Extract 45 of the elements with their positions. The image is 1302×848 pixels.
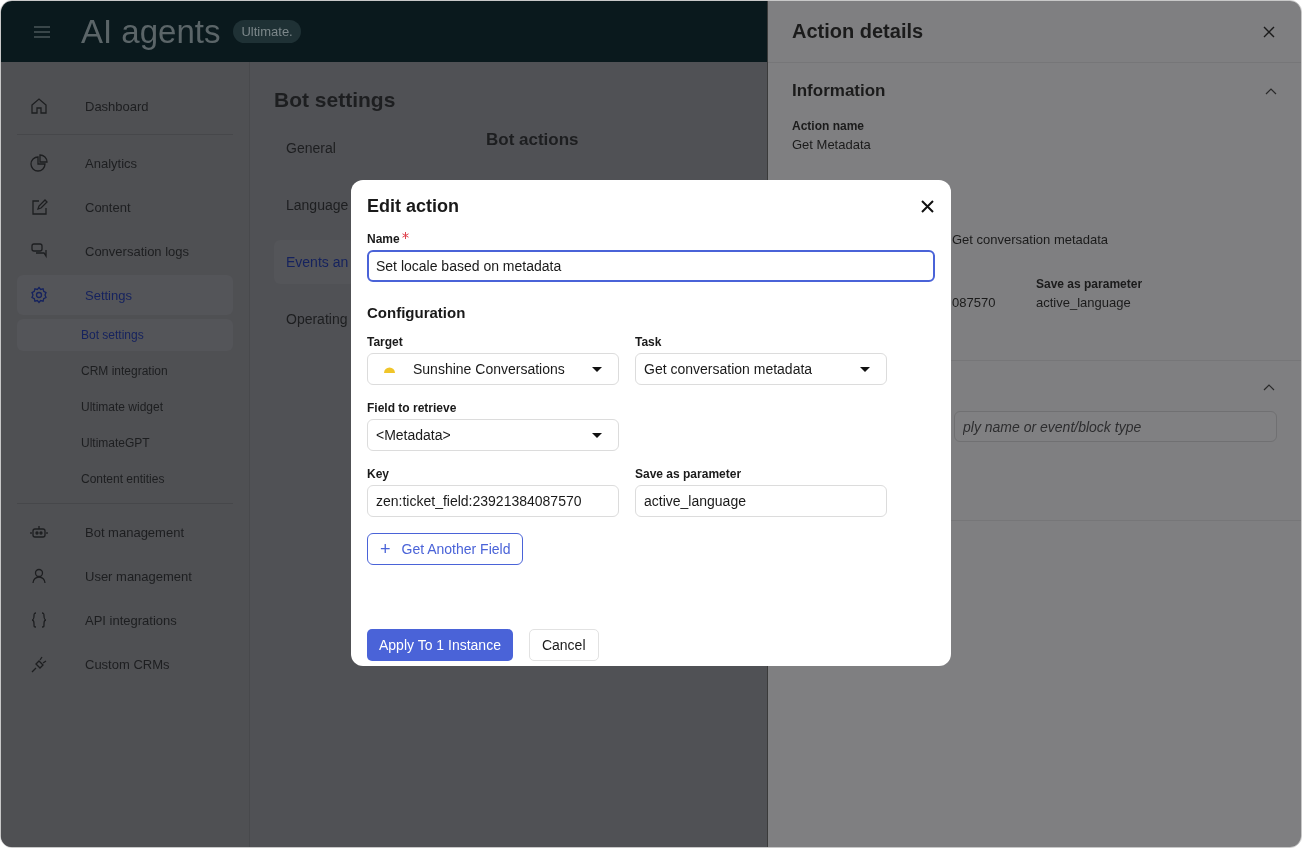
user-icon — [29, 566, 49, 586]
field-label: Action name — [792, 119, 865, 133]
caret-icon — [860, 366, 870, 372]
parameter-field[interactable]: active_language — [635, 485, 887, 517]
plug-icon — [29, 654, 49, 674]
sidebar-item[interactable]: Settings — [17, 275, 233, 315]
dialog-title: Edit action — [367, 196, 459, 217]
section-title: Information — [792, 81, 886, 101]
section-title: Configuration — [367, 304, 467, 321]
field-dropdown[interactable]: <Metadata> — [367, 419, 619, 451]
field-value: active_language — [1036, 295, 1132, 310]
cancel-button[interactable]: Cancel — [528, 629, 599, 661]
name-field[interactable]: Set locale based on metadata — [367, 250, 935, 282]
edit-icon — [29, 197, 49, 217]
field-label: Target — [367, 335, 404, 349]
add-field-button[interactable]: + Get Another Field — [367, 533, 524, 565]
search-field[interactable]: ply name or event/block type — [954, 411, 1277, 442]
app-title: AI agents — [81, 12, 221, 51]
caret-icon — [592, 432, 602, 438]
chevron-icon[interactable] — [1265, 87, 1277, 95]
plan-badge: Ultimate. — [233, 20, 301, 43]
settings-icon — [29, 285, 49, 305]
braces-icon — [29, 610, 49, 630]
apply-button[interactable]: Apply To 1 Instance — [367, 629, 513, 661]
pie-chart-icon — [29, 153, 49, 173]
caret-icon — [592, 366, 602, 372]
chevron-icon[interactable] — [1263, 383, 1275, 391]
field-label: Save as parameter — [1036, 277, 1143, 291]
field-label: Field to retrieve — [367, 401, 458, 415]
chat-icon — [29, 241, 49, 261]
field-label: Task — [635, 335, 663, 349]
field-value: Get Metadata — [792, 137, 872, 152]
field-label: Save as parameter — [635, 467, 743, 481]
field-label: Name — [367, 232, 400, 246]
sun-icon — [384, 365, 395, 373]
key-field[interactable]: zen:ticket_field:23921384087570 — [367, 485, 619, 517]
sidebar-subitem[interactable]: Bot settings — [17, 319, 233, 351]
field-value: 087570 — [952, 295, 997, 310]
close-icon[interactable] — [921, 200, 934, 213]
home-icon — [29, 96, 49, 116]
field-value: Get conversation metadata — [952, 232, 1110, 247]
target-dropdown[interactable]: Sunshine Conversations — [367, 353, 619, 385]
task-dropdown[interactable]: Get conversation metadata — [635, 353, 887, 385]
field-label: Key — [367, 467, 390, 481]
panel-title: Action details — [792, 20, 924, 43]
